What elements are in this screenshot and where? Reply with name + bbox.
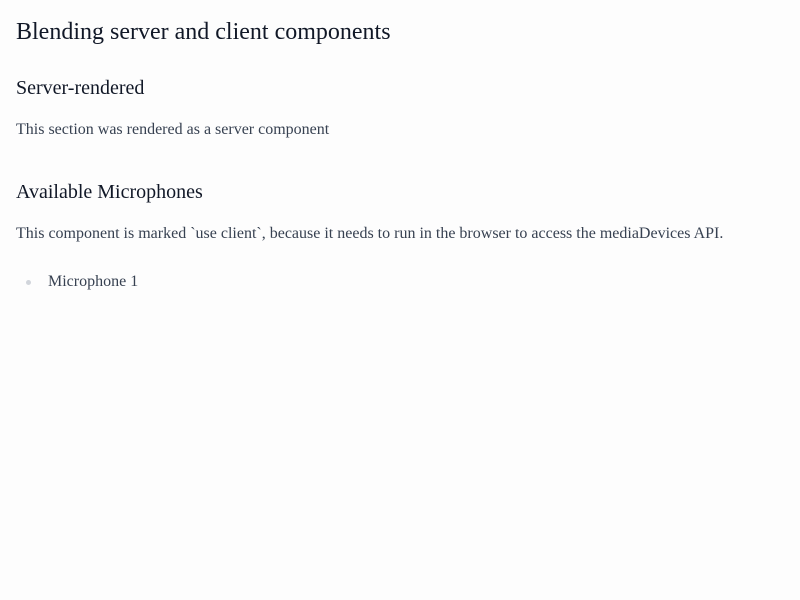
client-section-description: This component is marked `use client`, b… [16,225,724,242]
bullet-icon [26,280,31,285]
server-section-description: This section was rendered as a server co… [16,121,330,138]
microphone-list-item: Microphone 1 [16,272,138,292]
microphone-list: Microphone 1 [16,272,138,292]
page: Blending server and client components Se… [0,0,800,600]
page-title: Blending server and client components [16,19,391,45]
client-section-title: Available Microphones [16,181,203,203]
server-section-title: Server-rendered [16,77,145,99]
microphone-name: Microphone 1 [48,273,139,290]
